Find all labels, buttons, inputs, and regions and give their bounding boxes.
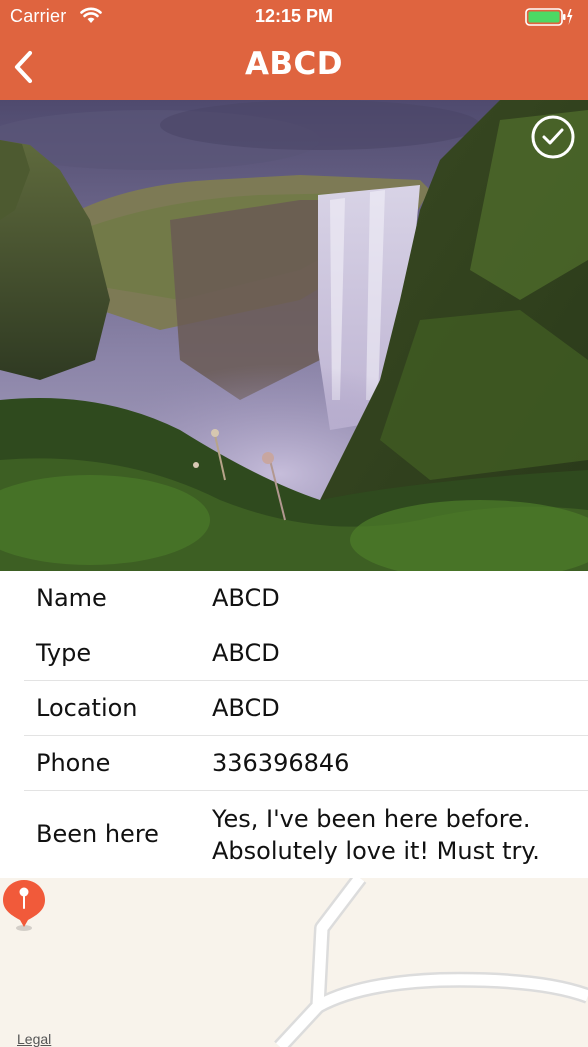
page-title: ABCD xyxy=(244,46,344,82)
battery-icon xyxy=(525,8,573,26)
detail-value: ABCD xyxy=(212,694,280,722)
map-view[interactable]: Legal xyxy=(0,878,588,1047)
charging-bolt-icon xyxy=(567,9,573,25)
detail-row-name: Name ABCD xyxy=(0,571,588,626)
app-header: Carrier 12:15 PM ABCD xyxy=(0,0,588,100)
detail-value: 336396846 xyxy=(212,749,350,777)
detail-row-phone: Phone 336396846 xyxy=(0,736,588,791)
hero-photo xyxy=(0,100,588,571)
detail-label: Been here xyxy=(36,820,159,848)
detail-value-line-2: Absolutely love it! Must try. xyxy=(212,837,540,865)
checkmark-circle-icon[interactable] xyxy=(530,114,576,160)
detail-value-line-1: Yes, I've been here before. xyxy=(212,805,531,833)
navigation-bar: ABCD xyxy=(0,34,588,100)
detail-value: ABCD xyxy=(212,639,280,667)
detail-label: Location xyxy=(36,694,138,722)
detail-row-been-here: Been here Yes, I've been here before. Ab… xyxy=(0,791,588,878)
map-roads xyxy=(274,878,588,1047)
detail-label: Phone xyxy=(36,749,111,777)
detail-row-type: Type ABCD xyxy=(0,626,588,681)
detail-label: Type xyxy=(36,639,92,667)
details-table: Name ABCD Type ABCD Location ABCD Phone … xyxy=(0,571,588,878)
status-bar: Carrier 12:15 PM xyxy=(0,0,588,34)
legal-link[interactable]: Legal xyxy=(17,1031,51,1047)
waterfall-image xyxy=(0,100,588,571)
status-time: 12:15 PM xyxy=(254,6,334,26)
detail-label: Name xyxy=(36,584,107,612)
detail-value: ABCD xyxy=(212,584,280,612)
map-pin-icon[interactable] xyxy=(0,878,48,932)
detail-row-location: Location ABCD xyxy=(0,681,588,736)
